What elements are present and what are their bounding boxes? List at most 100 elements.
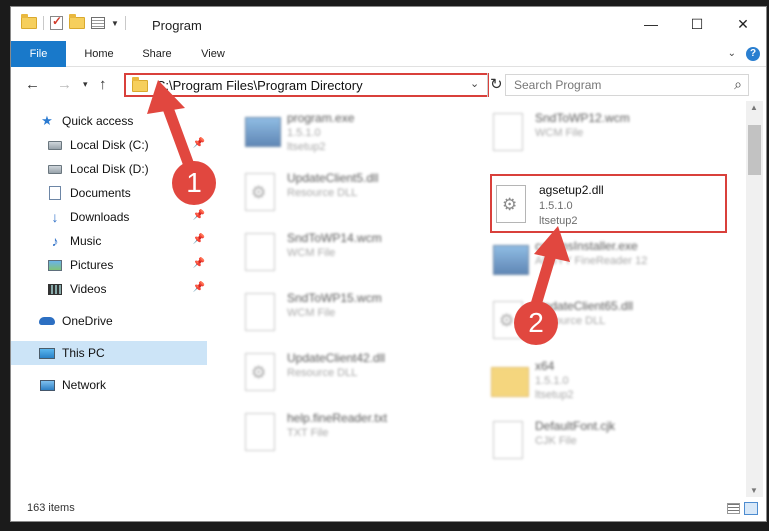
toolbar-divider — [43, 16, 44, 30]
file-item[interactable]: help.fineReader.txt TXT File — [241, 407, 481, 467]
sidebar-item-quick-access[interactable]: ★ Quick access — [11, 109, 207, 133]
tab-share[interactable]: Share — [129, 41, 185, 67]
file-type: TXT File — [287, 427, 329, 439]
music-icon: ♪ — [51, 233, 59, 249]
tab-home[interactable]: Home — [73, 41, 125, 67]
sidebar-item-this-pc[interactable]: This PC — [11, 341, 207, 365]
sidebar-item-label: Documents — [70, 186, 131, 200]
sidebar-item-onedrive[interactable]: OneDrive — [11, 309, 207, 333]
sidebar-item-label: Quick access — [62, 114, 134, 128]
help-icon[interactable]: ? — [746, 47, 760, 61]
sidebar-item-label: OneDrive — [62, 314, 113, 328]
pin-icon[interactable]: 📌 — [193, 282, 205, 293]
sidebar-item-downloads[interactable]: ↓ Downloads 📌 — [11, 205, 207, 229]
folder-icon[interactable] — [21, 14, 37, 29]
folder-icon — [491, 367, 529, 397]
file-version: 1.5.1.0 — [287, 127, 321, 139]
file-type: WCM File — [287, 307, 336, 319]
quick-access-toolbar: ▼ — [21, 14, 126, 30]
explorer-window: ▼ Program — ☐ ✕ File Home Share View ⌄ ?… — [10, 6, 767, 522]
file-name: SndToWP14.wcm — [287, 231, 382, 245]
search-icon[interactable]: ⌕ — [734, 76, 742, 93]
navigation-bar: ← → ▾ ↑ C:\Program Files\Program Directo… — [11, 67, 766, 101]
file-name: SndToWP12.wcm — [535, 111, 630, 125]
rename-icon[interactable] — [91, 17, 105, 29]
file-company: ltsetup2 — [287, 141, 326, 153]
back-button[interactable]: ← — [25, 76, 40, 93]
recent-locations-chevron-icon[interactable]: ▾ — [83, 79, 88, 90]
address-bar[interactable]: C:\Program Files\Program Directory ⌄ ↻ — [124, 73, 503, 97]
dll-file-icon — [496, 185, 526, 223]
pin-icon[interactable]: 📌 — [193, 138, 205, 149]
file-item[interactable]: SndToWP14.wcm WCM File — [241, 227, 481, 287]
refresh-icon: ↻ — [490, 76, 503, 93]
sidebar-item-label: Network — [62, 378, 107, 392]
search-input[interactable]: Search Program ⌕ — [505, 74, 749, 96]
disk-icon — [47, 162, 63, 176]
file-item[interactable]: SndToWP15.wcm WCM File — [241, 287, 481, 347]
document-file-icon — [245, 293, 275, 331]
sidebar-item-local-disk-c[interactable]: Local Disk (C:) 📌 — [11, 133, 207, 157]
large-icons-view-icon[interactable] — [744, 502, 758, 515]
expand-ribbon-icon[interactable]: ⌄ — [728, 48, 736, 59]
file-name: commsInstaller.exe — [535, 239, 638, 253]
sidebar-item-network[interactable]: Network — [11, 373, 207, 397]
details-view-icon[interactable] — [727, 503, 740, 514]
file-name: UpdateClient5.dll — [287, 171, 379, 185]
file-version: 1.5.1.0 — [535, 375, 569, 387]
vertical-scrollbar[interactable]: ▲ ▼ — [746, 101, 763, 497]
document-file-icon — [245, 233, 275, 271]
file-item[interactable]: SndToWP12.wcm WCM File — [489, 107, 729, 167]
annotation-number-1: 1 — [186, 167, 202, 198]
maximize-button[interactable]: ☐ — [674, 7, 720, 41]
star-icon: ★ — [41, 113, 53, 128]
properties-check-icon[interactable] — [50, 14, 63, 30]
close-button[interactable]: ✕ — [720, 7, 766, 41]
status-bar: 163 items — [11, 497, 766, 521]
onedrive-icon — [39, 314, 55, 328]
dll-file-icon — [245, 353, 275, 391]
pin-icon[interactable]: 📌 — [193, 234, 205, 245]
file-version: 1.5.1.0 — [539, 200, 573, 212]
file-name: x64 — [535, 359, 555, 373]
search-placeholder: Search Program — [514, 78, 602, 92]
sidebar-item-videos[interactable]: Videos 📌 — [11, 277, 207, 301]
sidebar-item-label: Videos — [70, 282, 107, 296]
forward-button[interactable]: → — [57, 76, 72, 93]
title-bar: ▼ Program — ☐ ✕ — [11, 7, 766, 41]
address-dropdown-icon[interactable]: ⌄ — [470, 77, 479, 90]
refresh-button[interactable]: ↻ — [487, 73, 507, 97]
scroll-down-arrow-icon[interactable]: ▼ — [750, 486, 758, 495]
scroll-up-arrow-icon[interactable]: ▲ — [750, 103, 758, 112]
window-title: Program — [152, 18, 202, 33]
file-type: WCM File — [287, 247, 336, 259]
pictures-icon — [47, 258, 63, 272]
ribbon-tabs: File Home Share View ⌄ ? — [11, 41, 766, 67]
pin-icon[interactable]: 📌 — [193, 210, 205, 221]
this-pc-icon — [39, 346, 55, 360]
highlighted-file-item[interactable]: agsetup2.dll 1.5.1.0 ltsetup2 — [490, 174, 727, 233]
file-item[interactable]: program.exe 1.5.1.0 ltsetup2 — [241, 107, 481, 167]
exe-file-icon — [245, 117, 281, 147]
minimize-button[interactable]: — — [628, 7, 674, 41]
window-controls: — ☐ ✕ — [628, 7, 766, 41]
new-folder-icon[interactable] — [69, 14, 85, 29]
file-item[interactable]: x64 1.5.1.0 ltsetup2 — [489, 355, 729, 415]
tab-view[interactable]: View — [189, 41, 237, 67]
tab-file[interactable]: File — [11, 41, 66, 67]
file-company: ltsetup2 — [539, 215, 578, 227]
sidebar-item-music[interactable]: ♪ Music 📌 — [11, 229, 207, 253]
file-item[interactable]: DefaultFont.cjk CJK File — [489, 415, 729, 475]
sidebar-item-pictures[interactable]: Pictures 📌 — [11, 253, 207, 277]
pin-icon[interactable]: 📌 — [193, 258, 205, 269]
file-item[interactable]: commsInstaller.exe ABBYY FineReader 12 — [489, 235, 729, 295]
address-path[interactable]: C:\Program Files\Program Directory — [156, 78, 363, 93]
file-item[interactable]: UpdateClient5.dll Resource DLL — [241, 167, 481, 227]
file-name: agsetup2.dll — [539, 183, 604, 197]
file-item[interactable]: UpdateClient42.dll Resource DLL — [241, 347, 481, 407]
documents-icon — [47, 186, 63, 200]
scroll-thumb[interactable] — [748, 125, 761, 175]
sidebar-item-label: Local Disk (C:) — [70, 138, 149, 152]
up-button[interactable]: ↑ — [99, 76, 107, 93]
customize-toolbar-chevron-icon[interactable]: ▼ — [111, 19, 119, 28]
